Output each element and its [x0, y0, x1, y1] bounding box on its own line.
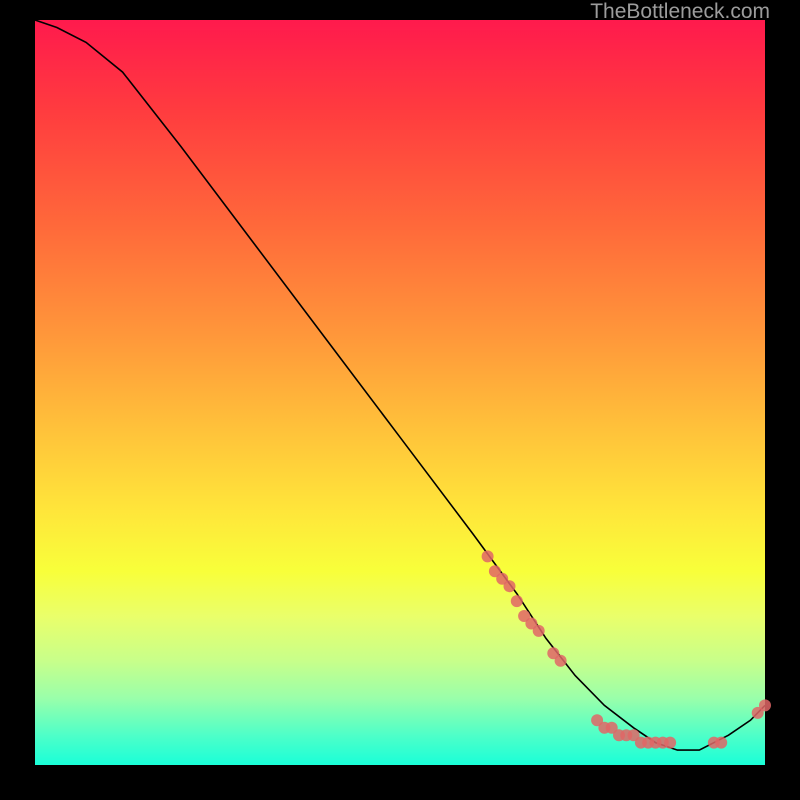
data-marker	[533, 625, 545, 637]
data-marker	[511, 595, 523, 607]
chart-stage: TheBottleneck.com	[0, 0, 800, 800]
data-marker	[715, 737, 727, 749]
curve-layer	[35, 20, 765, 765]
data-marker	[759, 699, 771, 711]
marker-group	[482, 550, 771, 748]
data-marker	[482, 550, 494, 562]
bottleneck-curve	[35, 20, 765, 750]
data-marker	[504, 580, 516, 592]
data-marker	[664, 737, 676, 749]
watermark-text: TheBottleneck.com	[590, 0, 770, 24]
data-marker	[555, 655, 567, 667]
